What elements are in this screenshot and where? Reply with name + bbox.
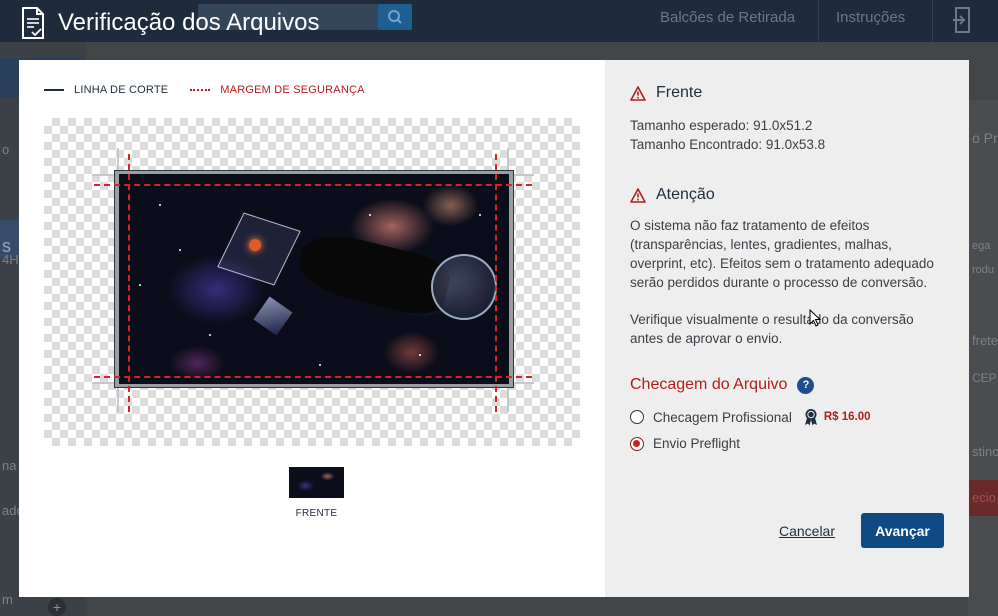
legend-safety-label: MARGEM DE SEGURANÇA bbox=[220, 84, 365, 96]
bg-fragment: ega bbox=[972, 240, 991, 252]
bg-fragment: o bbox=[2, 142, 10, 157]
bg-fragment: rodu bbox=[972, 264, 995, 276]
background-right-panel bbox=[968, 100, 998, 616]
solid-line-swatch bbox=[44, 89, 64, 91]
bg-fragment: frete bbox=[972, 333, 998, 348]
page-thumbnail[interactable] bbox=[289, 467, 344, 498]
nav-balcoes: Balcões de Retirada bbox=[660, 9, 796, 26]
preview-pane: LINHA DE CORTE MARGEM DE SEGURANÇA FRENT… bbox=[19, 60, 605, 597]
bg-fragment: CEP bbox=[972, 371, 997, 385]
option-label: Envio Preflight bbox=[653, 436, 741, 451]
bg-fragment: na bbox=[2, 458, 17, 473]
nav-instrucoes: Instruções bbox=[836, 9, 906, 26]
file-check-modal: LINHA DE CORTE MARGEM DE SEGURANÇA FRENT… bbox=[19, 60, 969, 597]
thumbnail-label: FRENTE bbox=[295, 508, 338, 519]
bg-fragment: m bbox=[2, 592, 13, 607]
check-options: Checagem Profissional R$ 16.00 Envio Pre… bbox=[630, 408, 944, 451]
radio-preflight[interactable] bbox=[630, 436, 644, 451]
option-professional-check[interactable]: Checagem Profissional R$ 16.00 bbox=[630, 408, 944, 426]
modal-actions: Cancelar Avançar bbox=[779, 513, 944, 548]
artwork-preview bbox=[44, 118, 580, 446]
attention-section: Atenção O sistema não faz tratamento de … bbox=[630, 186, 944, 348]
legend-safety-margin: MARGEM DE SEGURANÇA bbox=[190, 84, 364, 96]
plus-icon: + bbox=[48, 598, 66, 616]
modal-title-bar: Verificação dos Arquivos bbox=[20, 6, 319, 40]
front-title: Frente bbox=[656, 84, 703, 101]
bg-fragment: stinc bbox=[972, 444, 998, 459]
safety-margin-line bbox=[495, 154, 497, 412]
page-title: Verificação dos Arquivos bbox=[58, 9, 320, 36]
help-icon[interactable]: ? bbox=[797, 376, 815, 394]
price-badge: R$ 16.00 bbox=[823, 411, 871, 423]
cancel-button[interactable]: Cancelar bbox=[779, 523, 835, 539]
option-preflight[interactable]: Envio Preflight bbox=[630, 436, 944, 451]
bg-fragment: 4H bbox=[2, 252, 19, 267]
front-heading: Frente bbox=[630, 84, 944, 102]
background-search-button bbox=[378, 4, 412, 30]
document-check-icon bbox=[22, 7, 44, 39]
legend-cut-label: LINHA DE CORTE bbox=[74, 84, 169, 96]
file-check-heading: Checagem do Arquivo ? bbox=[630, 376, 944, 394]
attention-title: Atenção bbox=[656, 186, 715, 203]
warning-icon bbox=[630, 187, 646, 203]
attention-heading: Atenção bbox=[630, 186, 944, 204]
found-size: Tamanho Encontrado: 91.0x53.8 bbox=[630, 137, 826, 152]
attention-paragraph: O sistema não faz tratamento de efeitos … bbox=[630, 218, 934, 290]
mouse-cursor-icon bbox=[809, 309, 821, 327]
option-label: Checagem Profissional bbox=[653, 409, 792, 425]
nav-separator bbox=[818, 0, 819, 42]
dotted-line-swatch bbox=[190, 89, 211, 91]
search-icon bbox=[388, 10, 402, 24]
safety-margin-line bbox=[128, 154, 130, 412]
info-pane: Frente Tamanho esperado: 91.0x51.2 Taman… bbox=[605, 60, 969, 597]
file-check-title: Checagem do Arquivo bbox=[630, 376, 788, 393]
logout-icon bbox=[953, 7, 970, 33]
cut-line bbox=[114, 170, 514, 388]
safety-margin-line bbox=[94, 376, 532, 378]
nav-separator bbox=[932, 0, 933, 42]
next-button[interactable]: Avançar bbox=[861, 513, 944, 548]
award-medal-icon bbox=[804, 409, 817, 426]
front-section: Frente Tamanho esperado: 91.0x51.2 Taman… bbox=[630, 84, 944, 154]
legend: LINHA DE CORTE MARGEM DE SEGURANÇA bbox=[44, 84, 387, 96]
expected-size: Tamanho esperado: 91.0x51.2 bbox=[630, 118, 813, 133]
safety-margin-line bbox=[94, 184, 532, 186]
legend-cut-line: LINHA DE CORTE bbox=[44, 84, 168, 96]
radio-professional-check[interactable] bbox=[630, 410, 644, 424]
bg-fragment: ecio bbox=[972, 490, 996, 505]
warning-icon bbox=[630, 85, 646, 101]
bg-fragment: o Pr bbox=[972, 130, 998, 146]
verify-paragraph: Verifique visualmente o resultado da con… bbox=[630, 312, 914, 346]
